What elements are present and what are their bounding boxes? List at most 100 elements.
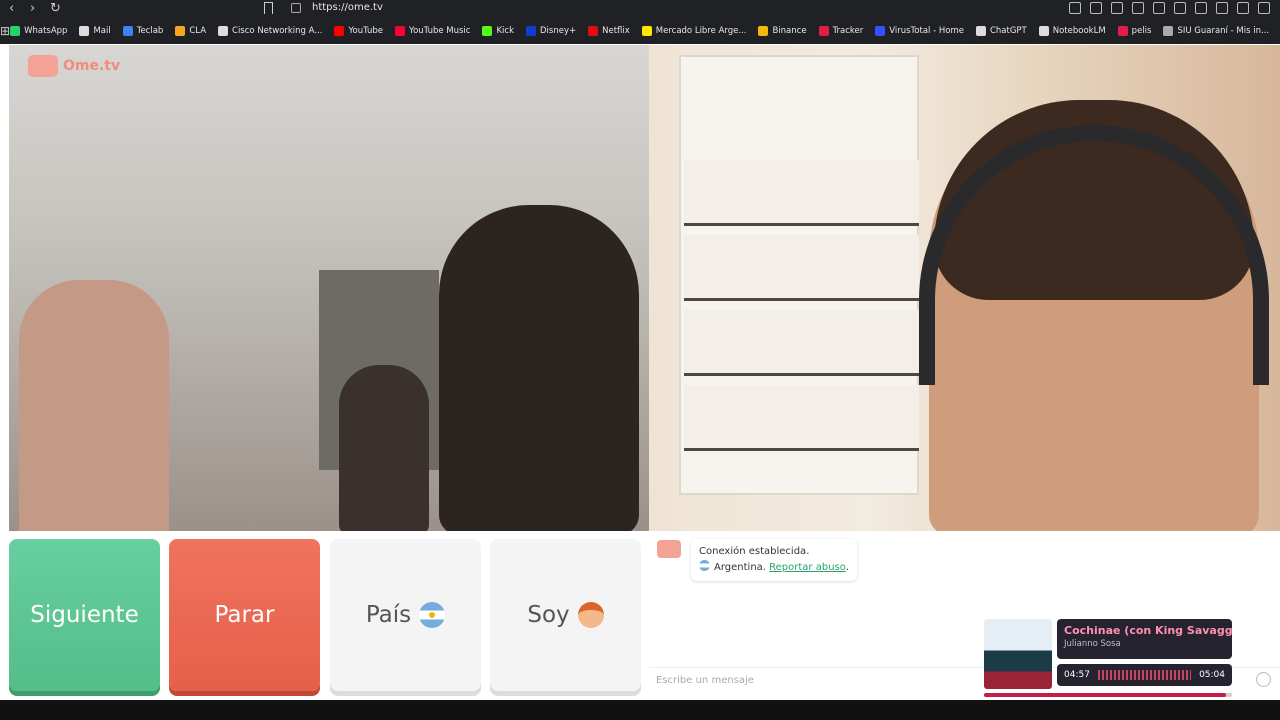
bookmark-label: Mail: [93, 26, 111, 36]
bookmark-favicon-icon: [588, 26, 599, 36]
bookmark-label: Disney+: [540, 26, 577, 36]
bookmark-label: Tracker: [832, 26, 864, 36]
bookmark-item[interactable]: Cisco Networking A...: [218, 26, 322, 36]
bookmark-label: NotebookLM: [1052, 26, 1106, 36]
bookmark-favicon-icon: [975, 26, 986, 36]
bookmark-label: CLA: [189, 26, 207, 36]
video-scene-drawer: [684, 385, 919, 451]
album-cover: [984, 619, 1052, 689]
bookmark-item[interactable]: CLA: [175, 26, 206, 36]
site-settings-icon[interactable]: [291, 3, 301, 13]
brave-shield-icon[interactable]: [1132, 2, 1144, 14]
bookmark-label: WhatsApp: [24, 26, 68, 36]
extensions-icon[interactable]: [1174, 2, 1186, 14]
bookmark-favicon-icon: [122, 26, 133, 36]
self-video: [649, 45, 1280, 531]
video-scene-person-left: [19, 280, 169, 531]
apps-grid-icon[interactable]: ⊞: [0, 24, 10, 38]
wallet-icon[interactable]: [1216, 2, 1228, 14]
video-scene-drawer: [684, 235, 919, 301]
argentina-flag-icon: [419, 602, 446, 628]
bookmark-label: pelis: [1131, 26, 1152, 36]
rewards-icon[interactable]: [1153, 2, 1165, 14]
stop-label: Parar: [214, 602, 275, 628]
country-filter-button[interactable]: País: [330, 539, 481, 691]
video-scene-person-back: [339, 365, 429, 531]
chat-logo-icon: [657, 540, 681, 558]
argentina-flag-icon: [699, 560, 710, 571]
bookmark-label: SIU Guaraní - Mis in...: [1177, 26, 1270, 36]
reload-icon[interactable]: ↻: [50, 1, 61, 16]
logo-badge-icon: [28, 55, 58, 77]
next-button[interactable]: Siguiente: [9, 539, 160, 691]
logo-text: Ome.tv: [63, 58, 121, 74]
bookmark-favicon-icon: [79, 26, 90, 36]
bookmark-favicon-icon: [482, 26, 493, 36]
playback-progress-bar[interactable]: [984, 693, 1232, 697]
bookmark-item[interactable]: ChatGPT: [975, 26, 1027, 36]
connection-status: Conexión establecida.: [699, 546, 810, 557]
video-scene-drawer: [684, 310, 919, 376]
bookmark-favicon-icon: [641, 26, 652, 36]
leo-icon[interactable]: [1237, 2, 1249, 14]
bookmark-item[interactable]: Netflix: [588, 26, 630, 36]
gender-button[interactable]: Soy: [490, 539, 641, 691]
music-player-widget[interactable]: Cochinae (con King Savagge) Julianno Sos…: [984, 619, 1232, 699]
cast-icon[interactable]: [1090, 2, 1102, 14]
partner-country-line: Argentina. Reportar abuso.: [699, 560, 849, 576]
translate-icon[interactable]: [1069, 2, 1081, 14]
bookmark-item[interactable]: Disney+: [526, 26, 576, 36]
report-abuse-link[interactable]: Reportar abuso: [769, 562, 846, 573]
bookmark-item[interactable]: YouTube: [334, 26, 383, 36]
video-scene-person-right: [439, 205, 639, 531]
bookmark-item[interactable]: Mercado Libre Arge...: [641, 26, 746, 36]
forward-icon[interactable]: ›: [30, 1, 35, 16]
address-bar[interactable]: https://ome.tv: [312, 2, 383, 13]
bookmark-item[interactable]: YouTube Music: [395, 26, 470, 36]
stranger-video: Ome.tv: [9, 45, 649, 531]
bookmark-icon[interactable]: [264, 2, 273, 14]
bookmark-item[interactable]: Binance: [758, 26, 807, 36]
bookmark-favicon-icon: [395, 26, 406, 36]
bookmark-item[interactable]: pelis: [1117, 26, 1152, 36]
bookmark-item[interactable]: Mail: [79, 26, 111, 36]
bookmark-label: Kick: [496, 26, 514, 36]
video-scene-drawer: [684, 160, 919, 226]
bookmark-favicon-icon: [1163, 26, 1174, 36]
bookmark-item[interactable]: NotebookLM: [1038, 26, 1106, 36]
back-icon[interactable]: ‹: [9, 1, 14, 16]
report-suffix: .: [845, 562, 849, 573]
emoji-icon[interactable]: [1256, 672, 1271, 687]
bookmark-label: VirusTotal - Home: [889, 26, 964, 36]
bookmark-favicon-icon: [526, 26, 536, 36]
ome-tv-page: Ome.tv Siguiente Parar País Soy Conexión…: [0, 44, 1280, 700]
system-message: Conexión establecida. Argentina. Reporta…: [691, 539, 857, 581]
taskbar-strip: [0, 700, 1280, 720]
bookmark-label: Teclab: [136, 26, 164, 36]
bookmark-label: Binance: [772, 26, 807, 36]
bookmark-item[interactable]: Teclab: [122, 26, 164, 36]
bookmark-favicon-icon: [175, 26, 186, 36]
playback-progress-fill: [984, 693, 1227, 697]
bookmark-list: WhatsApp Mail Teclab CLA Cisco Networking A.…: [10, 26, 1280, 36]
bookmarks-bar: ⊞ WhatsApp Mail Teclab CLA Cisco Networking …: [0, 22, 1280, 40]
ome-tv-logo: Ome.tv: [28, 55, 120, 77]
bookmark-favicon-icon: [818, 26, 829, 36]
bookmark-item[interactable]: SIU Guaraní - Mis in...: [1163, 26, 1269, 36]
soy-label: Soy: [527, 602, 570, 628]
bookmark-item[interactable]: Kick: [482, 26, 514, 36]
total-time: 05:04: [1199, 670, 1225, 680]
share-icon[interactable]: [1111, 2, 1123, 14]
bookmark-item[interactable]: WhatsApp: [10, 26, 67, 36]
sidebar-icon[interactable]: [1195, 2, 1207, 14]
bookmark-item[interactable]: Tracker: [818, 26, 864, 36]
track-title: Cochinae (con King Savagge): [1064, 624, 1232, 637]
next-label: Siguiente: [30, 602, 139, 628]
bookmark-item[interactable]: VirusTotal - Home: [875, 26, 964, 36]
stop-button[interactable]: Parar: [169, 539, 320, 691]
track-artist: Julianno Sosa: [1064, 639, 1121, 649]
browser-toolbar: ‹ › ↻ https://ome.tv: [0, 0, 1280, 18]
bookmark-label: YouTube Music: [409, 26, 471, 36]
menu-icon[interactable]: [1258, 2, 1270, 14]
bookmark-favicon-icon: [758, 26, 769, 36]
